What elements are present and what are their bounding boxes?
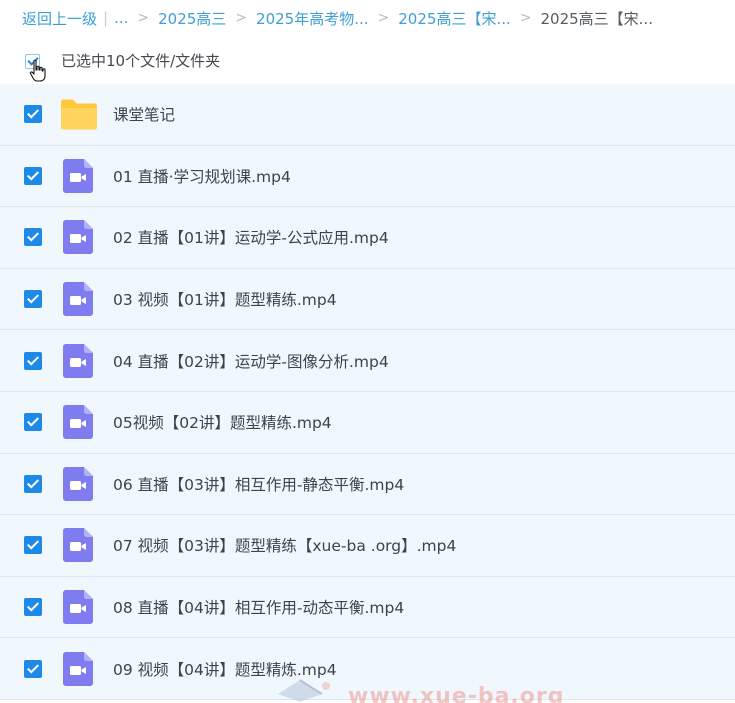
file-browser: 返回上一级 | ... > 2025高三 > 2025年高考物... > 202… xyxy=(0,0,735,703)
breadcrumb-current: 2025高三【宋... xyxy=(540,9,653,28)
watermark-text: www.xue-ba.org xyxy=(348,684,565,703)
file-name[interactable]: 02 直播【01讲】运动学-公式应用.mp4 xyxy=(113,226,389,248)
breadcrumb-ellipsis[interactable]: ... xyxy=(114,9,128,27)
file-name[interactable]: 课堂笔记 xyxy=(113,103,175,125)
breadcrumb-separator: | xyxy=(103,9,109,27)
breadcrumb: 返回上一级 | ... > 2025高三 > 2025年高考物... > 202… xyxy=(0,0,735,36)
item-checkbox[interactable] xyxy=(24,598,42,617)
chevron-right-icon: > xyxy=(377,10,390,26)
item-checkbox[interactable] xyxy=(24,474,42,493)
file-name[interactable]: 01 直播·学习规划课.mp4 xyxy=(113,165,291,187)
file-name[interactable]: 06 直播【03讲】相互作用-静态平衡.mp4 xyxy=(113,473,404,495)
item-checkbox[interactable] xyxy=(24,351,42,370)
list-item[interactable]: 07 视频【03讲】题型精练【xue-ba .org】.mp4 xyxy=(0,515,735,577)
breadcrumb-item-2[interactable]: 2025年高考物... xyxy=(256,8,368,29)
breadcrumb-item-1[interactable]: 2025高三 xyxy=(158,8,226,29)
file-name[interactable]: 07 视频【03讲】题型精练【xue-ba .org】.mp4 xyxy=(113,534,456,556)
file-name[interactable]: 03 视频【01讲】题型精练.mp4 xyxy=(113,288,337,310)
list-item[interactable]: 课堂笔记 xyxy=(0,84,735,146)
breadcrumb-item-3[interactable]: 2025高三【宋... xyxy=(398,8,510,29)
list-item[interactable]: 06 直播【03讲】相互作用-静态平衡.mp4 xyxy=(0,453,735,516)
list-item[interactable]: 03 视频【01讲】题型精练.mp4 xyxy=(0,268,735,331)
file-name[interactable]: 08 直播【04讲】相互作用-动态平衡.mp4 xyxy=(113,596,404,618)
file-name[interactable]: 04 直播【02讲】运动学-图像分析.mp4 xyxy=(113,350,389,372)
list-item[interactable]: 08 直播【04讲】相互作用-动态平衡.mp4 xyxy=(0,576,735,639)
item-checkbox[interactable] xyxy=(24,536,42,555)
list-item[interactable]: 02 直播【01讲】运动学-公式应用.mp4 xyxy=(0,207,735,269)
chevron-right-icon: > xyxy=(137,10,150,26)
file-list: 课堂笔记 01 直播·学习规划课.mp4 02 直播【01讲】运动学-公式应用.… xyxy=(0,84,735,700)
watermark-logo-icon xyxy=(278,679,330,702)
item-checkbox[interactable] xyxy=(24,166,42,185)
item-checkbox[interactable] xyxy=(24,105,42,124)
list-item[interactable]: 04 直播【02讲】运动学-图像分析.mp4 xyxy=(0,330,735,392)
hand-cursor-icon xyxy=(29,59,46,82)
item-checkbox[interactable] xyxy=(24,659,42,678)
list-item[interactable]: 01 直播·学习规划课.mp4 xyxy=(0,145,735,208)
video-file-icon xyxy=(63,282,93,317)
video-file-icon xyxy=(63,158,93,193)
item-checkbox[interactable] xyxy=(24,413,42,432)
back-link[interactable]: 返回上一级 xyxy=(22,8,97,29)
video-file-icon xyxy=(63,528,93,563)
list-item[interactable]: 05视频【02讲】题型精练.mp4 xyxy=(0,391,735,454)
item-checkbox[interactable] xyxy=(24,228,42,247)
video-file-icon xyxy=(63,220,93,255)
folder-icon xyxy=(61,99,97,130)
video-file-icon xyxy=(63,405,93,440)
video-file-icon xyxy=(63,466,93,501)
video-file-icon xyxy=(63,590,93,625)
selection-count-label: 已选中10个文件/文件夹 xyxy=(61,52,221,70)
file-name[interactable]: 05视频【02讲】题型精练.mp4 xyxy=(113,411,332,433)
video-file-icon xyxy=(63,651,93,686)
chevron-right-icon: > xyxy=(519,10,532,26)
video-file-icon xyxy=(63,343,93,378)
item-checkbox[interactable] xyxy=(24,290,42,309)
chevron-right-icon: > xyxy=(235,10,248,26)
